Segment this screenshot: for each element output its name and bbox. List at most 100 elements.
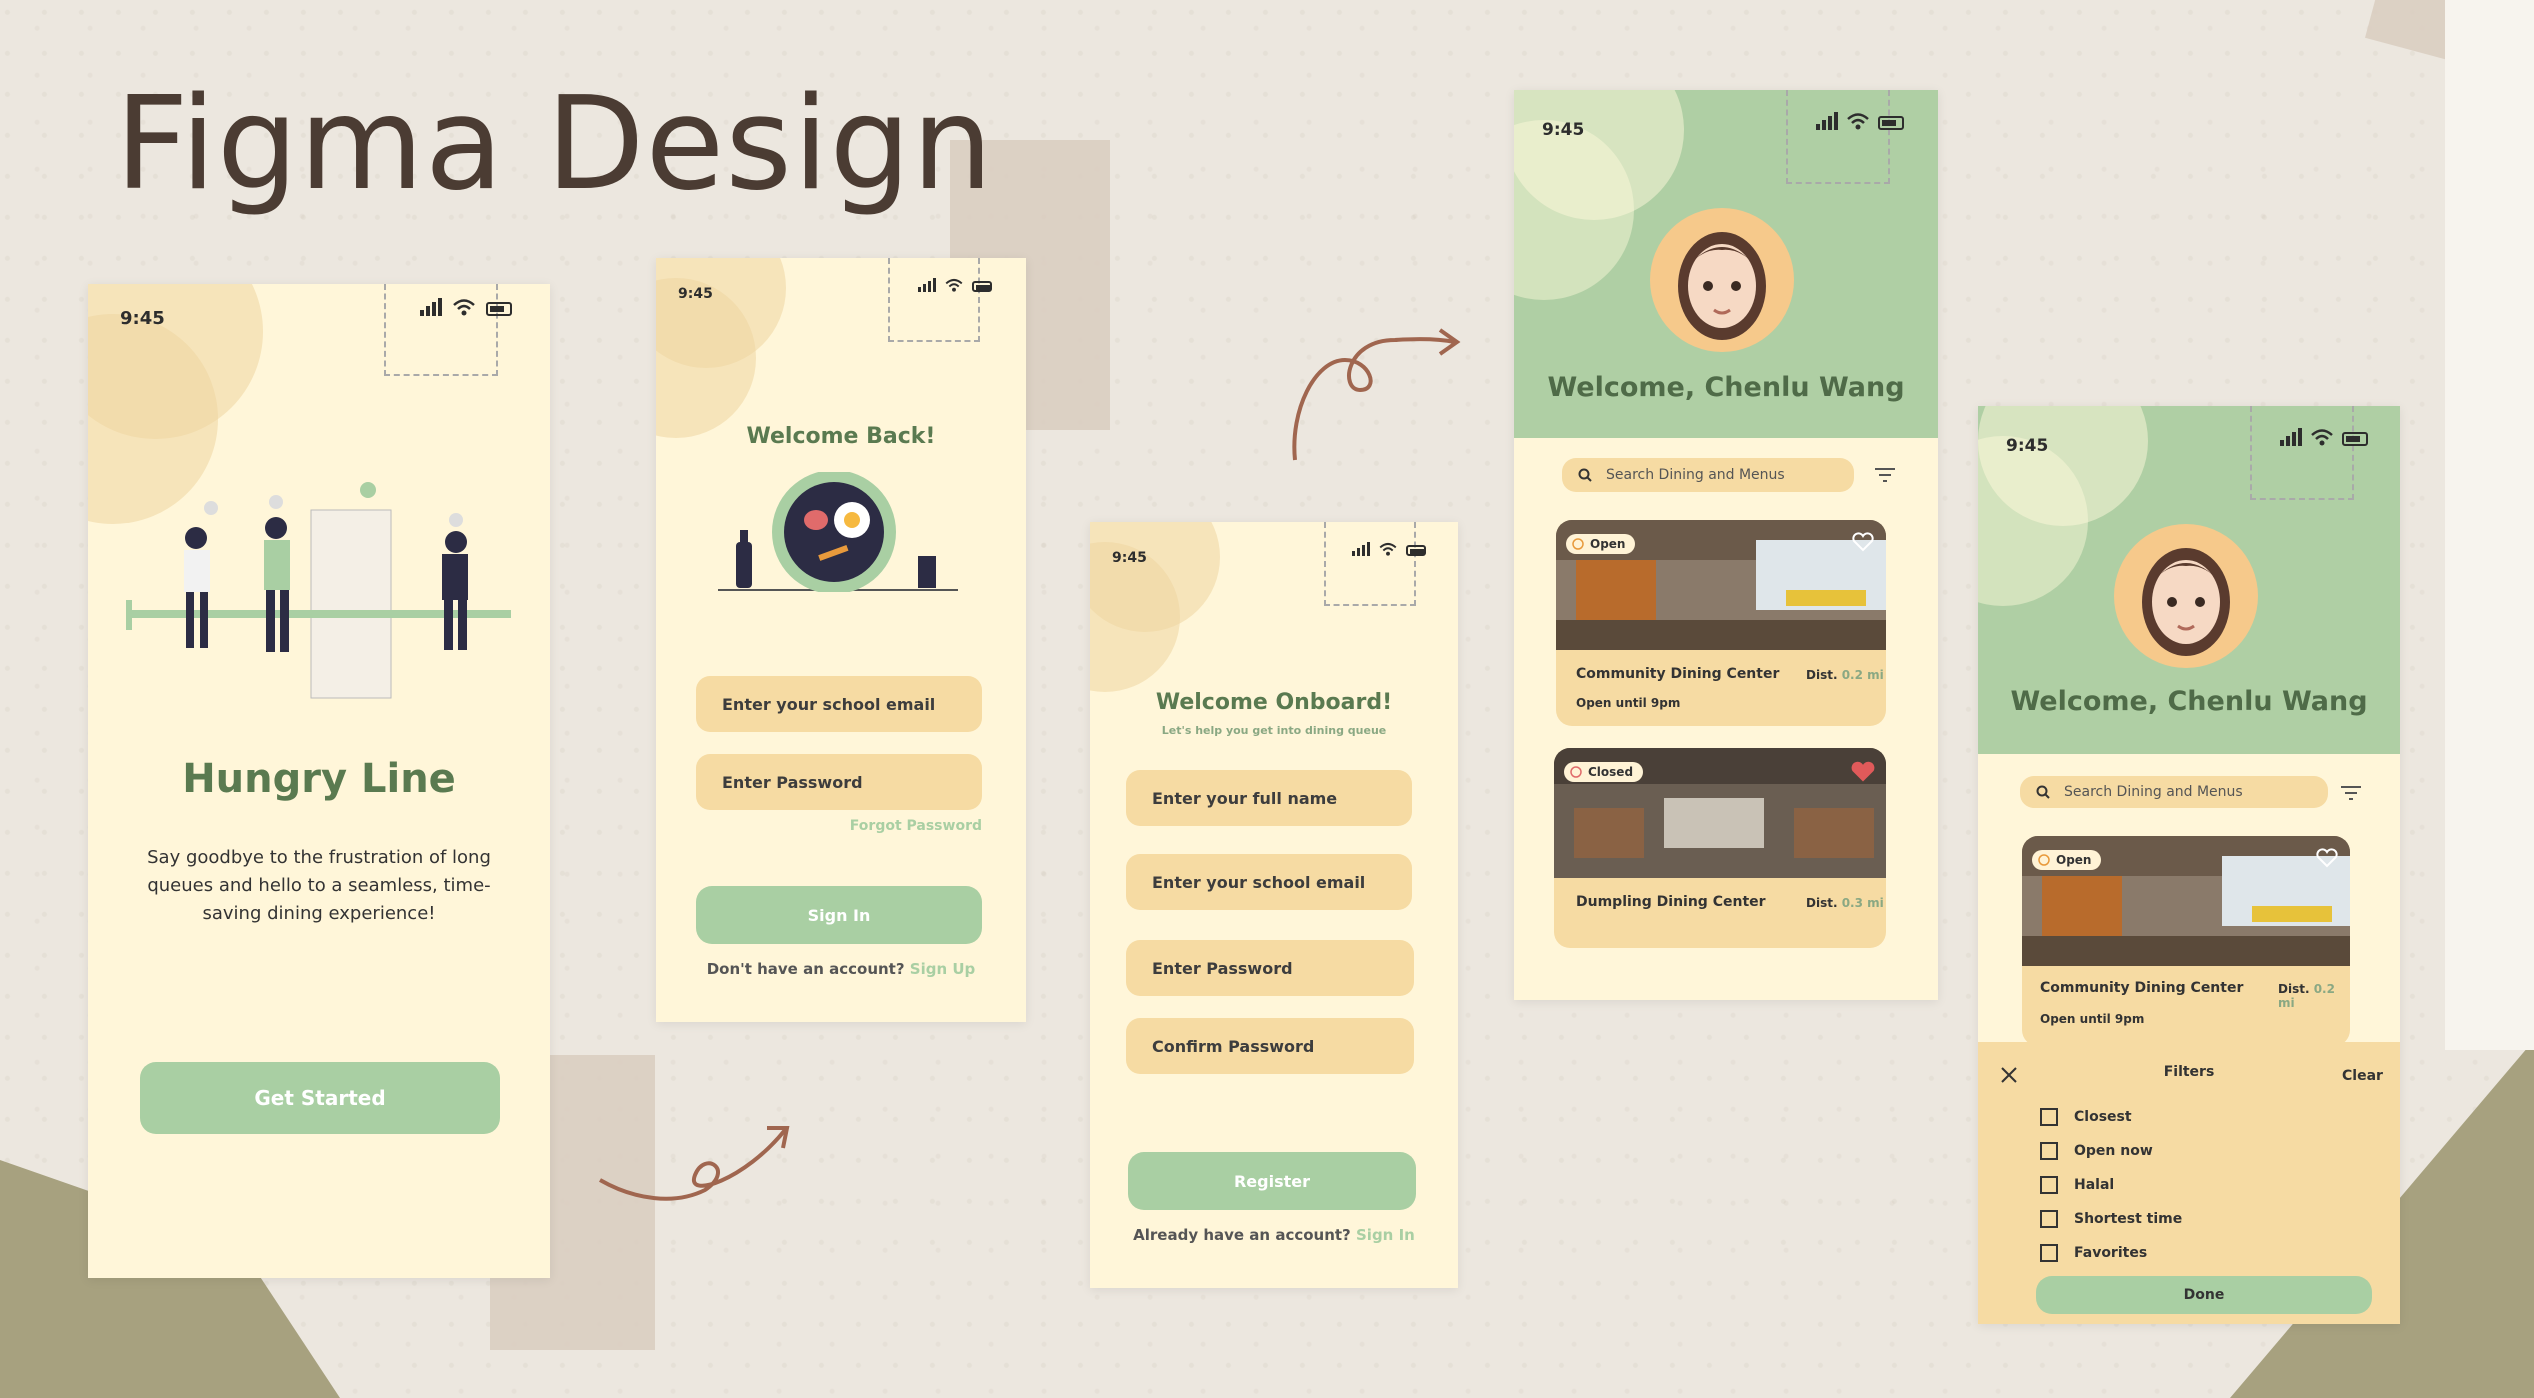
welcome-onboard-heading: Welcome Onboard!	[1155, 690, 1393, 715]
status-icons	[1816, 112, 1904, 130]
register-button[interactable]: Register	[1128, 1152, 1416, 1210]
confirm-password-input[interactable]: Confirm Password	[1126, 1018, 1414, 1074]
clear-button[interactable]: Clear	[2342, 1068, 2383, 1084]
status-badge: Closed	[1564, 762, 1644, 782]
distance: Dist. 0.2 mi	[1806, 668, 1884, 682]
clock-icon	[1570, 766, 1582, 778]
heart-filled-icon[interactable]	[1850, 760, 1876, 784]
arrow-decoration	[1292, 328, 1461, 461]
screen-filters: 9:45 Welcome, Chenlu Wang Search Dining …	[1978, 406, 2400, 1324]
filter-label: Favorites	[2074, 1245, 2148, 1261]
hours: Open until 9pm	[1576, 696, 1681, 710]
dining-card[interactable]: Open Community Dining Center Dist. 0.2 m…	[1556, 520, 1886, 726]
checkbox[interactable]	[2040, 1142, 2058, 1160]
status-icons	[2280, 428, 2368, 446]
full-name-input[interactable]: Enter your full name	[1126, 770, 1412, 826]
search-placeholder: Search Dining and Menus	[1606, 467, 1785, 483]
distance-label: Dist.	[1806, 668, 1838, 682]
sign-in-link[interactable]: Sign In	[1356, 1226, 1415, 1244]
password-input[interactable]: Enter Password	[1126, 940, 1414, 996]
screen-register: 9:45 Welcome Onboard! Let's help you get…	[1090, 522, 1458, 1288]
filter-option-open-now[interactable]: Open now	[2040, 1142, 2153, 1160]
avatar[interactable]	[1650, 208, 1794, 352]
subheading: Let's help you get into dining queue	[1161, 724, 1387, 737]
white-edge	[2445, 0, 2534, 1050]
notch-placeholder	[2250, 406, 2354, 500]
clock-icon	[2038, 854, 2050, 866]
battery-icon	[1878, 116, 1904, 130]
page-title: Figma Design	[115, 70, 994, 219]
search-icon	[1578, 468, 1592, 482]
checkbox[interactable]	[2040, 1244, 2058, 1262]
heart-icon[interactable]	[1852, 532, 1874, 552]
status-label: Open	[1590, 537, 1626, 551]
welcome-user: Welcome, Chenlu Wang	[1547, 372, 1905, 403]
tagline: Say goodbye to the frustration of long q…	[88, 844, 550, 928]
status-icons	[918, 278, 992, 292]
distance-label: Dist.	[2278, 982, 2310, 996]
distance-value: 0.2 mi	[1841, 668, 1884, 682]
have-account-text: Already have an account?	[1133, 1226, 1351, 1244]
status-icons	[420, 298, 512, 316]
welcome-user: Welcome, Chenlu Wang	[2010, 686, 2368, 717]
tagline-line: Say goodbye to the frustration of long	[147, 847, 491, 868]
signal-icon	[420, 298, 442, 316]
forgot-password-link[interactable]: Forgot Password	[836, 818, 982, 834]
status-time: 9:45	[1112, 550, 1147, 566]
sign-up-link[interactable]: Sign Up	[910, 960, 976, 978]
search-placeholder: Search Dining and Menus	[2064, 784, 2243, 800]
heart-icon[interactable]	[2316, 848, 2338, 868]
sign-in-button[interactable]: Sign In	[696, 886, 982, 944]
sign-in-prompt: Already have an account? Sign In	[1090, 1226, 1458, 1244]
wifi-icon	[1379, 542, 1397, 556]
dining-card[interactable]: Open Community Dining Center Dist. 0.2 m…	[2022, 836, 2350, 1046]
school-email-input[interactable]: Enter your school email	[696, 676, 982, 732]
battery-icon	[972, 281, 992, 292]
filter-option-favorites[interactable]: Favorites	[2040, 1244, 2147, 1262]
password-input[interactable]: Enter Password	[696, 754, 982, 810]
status-time: 9:45	[120, 308, 165, 329]
checkbox[interactable]	[2040, 1210, 2058, 1228]
signal-icon	[918, 278, 936, 292]
get-started-button[interactable]: Get Started	[140, 1062, 500, 1134]
signal-icon	[2280, 428, 2302, 446]
tagline-line: queues and hello to a seamless, time-	[147, 875, 491, 896]
status-label: Open	[2056, 853, 2092, 867]
filter-option-shortest-time[interactable]: Shortest time	[2040, 1210, 2182, 1228]
distance-value: 0.3 mi	[1841, 896, 1884, 910]
queue-illustration	[126, 482, 511, 699]
dining-card[interactable]: Closed Dumpling Dining Center Dist. 0.3 …	[1554, 748, 1886, 948]
done-button[interactable]: Done	[2036, 1276, 2372, 1314]
status-icons	[1352, 542, 1426, 556]
signal-icon	[1352, 542, 1370, 556]
search-input[interactable]: Search Dining and Menus	[2020, 776, 2328, 808]
signal-icon	[1816, 112, 1838, 130]
search-input[interactable]: Search Dining and Menus	[1562, 458, 1854, 492]
screen-sign-in: 9:45 Welcome Back! Enter your school ema…	[656, 258, 1026, 1022]
filter-option-halal[interactable]: Halal	[2040, 1176, 2114, 1194]
arrow-decoration	[599, 1126, 790, 1201]
dining-name: Community Dining Center	[1576, 666, 1780, 682]
tagline-line: saving dining experience!	[202, 903, 436, 924]
avatar[interactable]	[2114, 524, 2258, 668]
checkbox[interactable]	[2040, 1176, 2058, 1194]
screen-onboarding: 9:45 Hungry Line Say goodbye to the frus…	[88, 284, 550, 1278]
filter-icon[interactable]	[1874, 466, 1896, 484]
school-email-input[interactable]: Enter your school email	[1126, 854, 1412, 910]
filter-option-closest[interactable]: Closest	[2040, 1108, 2132, 1126]
filters-title: Filters	[2163, 1064, 2215, 1080]
hours: Open until 9pm	[2040, 1012, 2145, 1026]
wifi-icon	[453, 299, 475, 316]
filter-label: Shortest time	[2074, 1211, 2183, 1227]
wifi-icon	[945, 278, 963, 292]
dining-name: Dumpling Dining Center	[1576, 894, 1766, 910]
checkbox[interactable]	[2040, 1108, 2058, 1126]
filter-label: Open now	[2074, 1143, 2153, 1159]
battery-icon	[486, 302, 512, 316]
status-label: Closed	[1588, 765, 1634, 779]
food-plate-illustration	[718, 472, 958, 592]
filter-icon[interactable]	[2340, 784, 2362, 802]
status-time: 9:45	[678, 286, 713, 302]
battery-icon	[1406, 545, 1426, 556]
status-badge: Open	[2032, 850, 2102, 870]
